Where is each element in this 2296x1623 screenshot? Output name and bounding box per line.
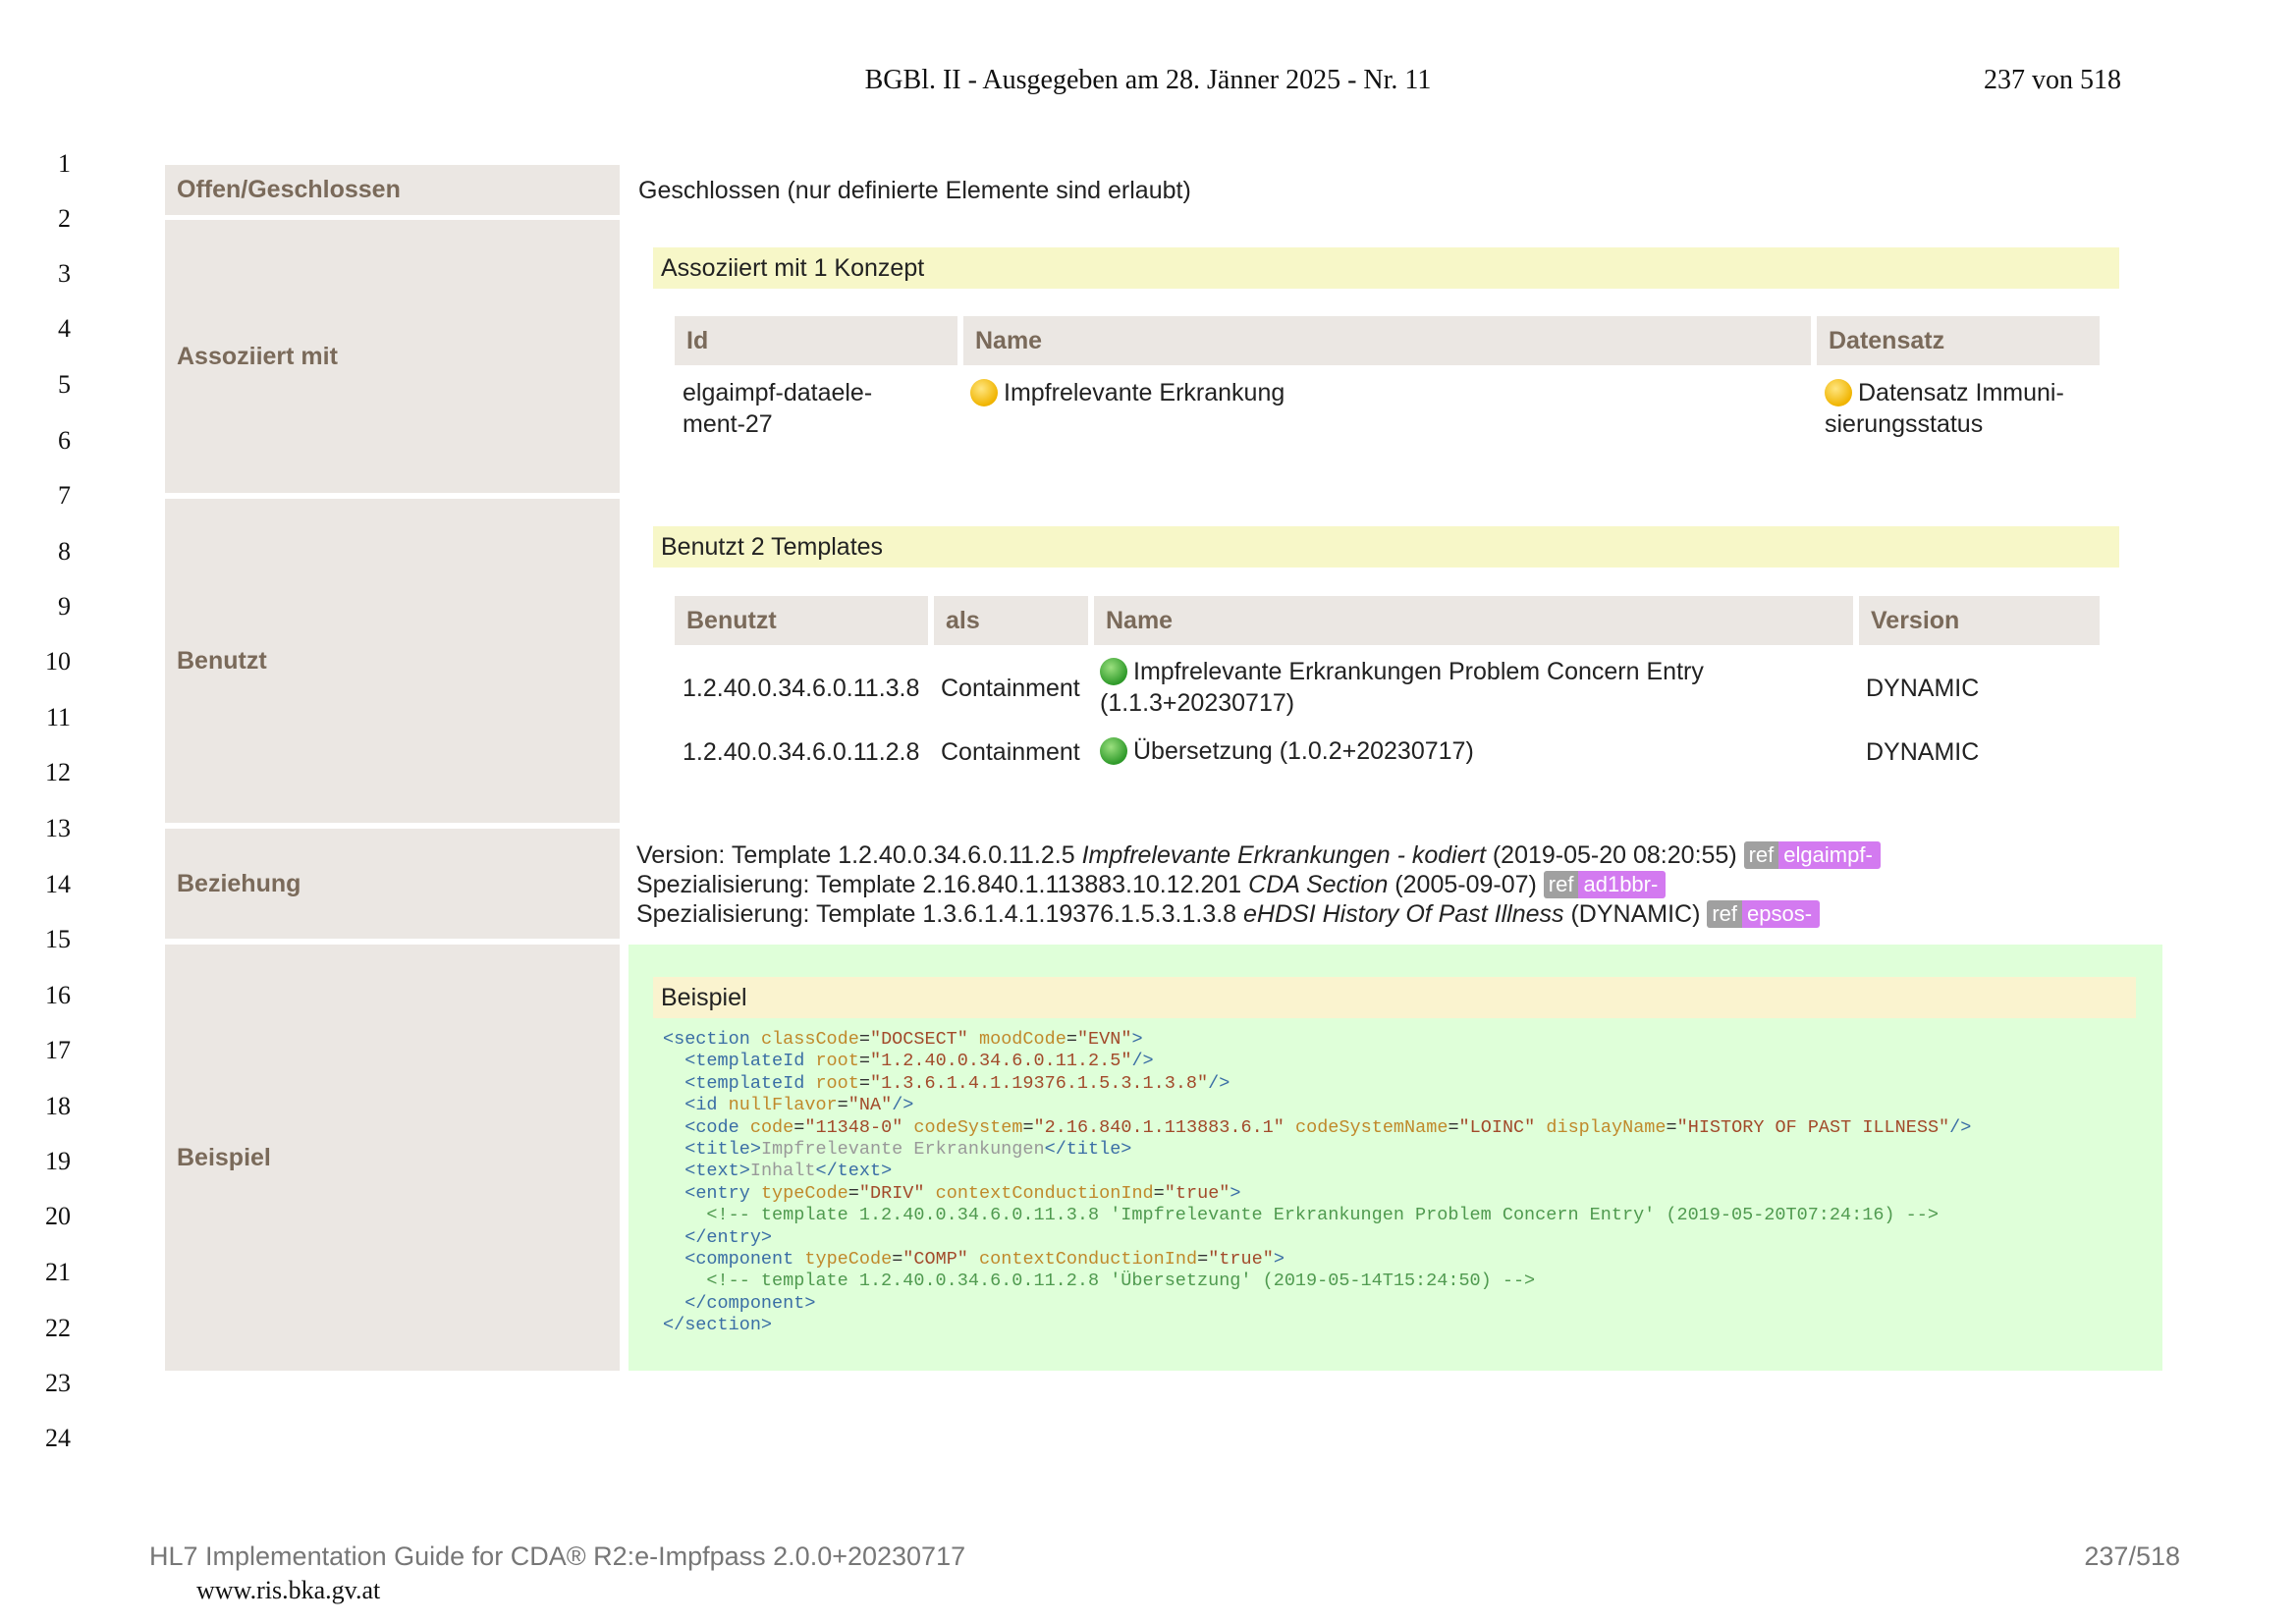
line-number: 14 [45, 870, 71, 898]
template-name[interactable]: Übersetzung (1.0.2+20230717) [1100, 735, 1474, 767]
line-number: 11 [45, 703, 71, 731]
beziehung-list: Version: Template 1.2.40.0.34.6.0.11.2.5… [636, 840, 1881, 929]
line-number: 20 [45, 1202, 71, 1230]
ref-link-badge[interactable]: ref elgaimpf- [1743, 841, 1881, 869]
line-number: 2 [58, 204, 71, 233]
green-status-icon [1100, 658, 1127, 685]
template-als: Containment [941, 738, 1080, 766]
datensatz-line1: Datensatz Immuni- [1858, 379, 2064, 406]
footer-guide-title: HL7 Implementation Guide for CDA® R2:e-I… [149, 1542, 966, 1571]
beziehung-template-name: eHDSI History Of Past Illness [1243, 900, 1564, 928]
line-number: 12 [45, 758, 71, 786]
beziehung-line: Spezialisierung: Template 2.16.840.1.113… [636, 870, 1881, 899]
line-number: 16 [45, 981, 71, 1009]
beziehung-text: Spezialisierung: Template 1.3.6.1.4.1.19… [636, 900, 1244, 928]
yellow-status-icon [1825, 379, 1852, 406]
line-number: 7 [58, 481, 71, 510]
label-beispiel: Beispiel [165, 945, 620, 1371]
line-number: 9 [58, 592, 71, 621]
benutzt-header-bar: Benutzt 2 Templates [653, 526, 2119, 568]
concept-id: elgaimpf-dataele- ment-27 [683, 377, 872, 440]
line-number: 21 [45, 1258, 71, 1286]
ref-link-badge[interactable]: ref epsos- [1707, 900, 1821, 928]
concept-id-line1: elgaimpf-dataele- [683, 379, 873, 406]
line-number: 13 [45, 814, 71, 842]
label-benutzt: Benutzt [165, 499, 620, 823]
line-number: 23 [45, 1369, 71, 1397]
xml-code-block: <section classCode="DOCSECT" moodCode="E… [663, 1029, 1972, 1336]
ref-target: ad1bbr- [1578, 871, 1667, 898]
beziehung-template-name: Impfrelevante Erkrankungen - kodiert [1081, 841, 1486, 869]
template-version: DYNAMIC [1866, 675, 1980, 702]
green-status-icon [1100, 737, 1127, 765]
label-beziehung: Beziehung [165, 829, 620, 939]
line-number: 8 [58, 537, 71, 566]
label-offen-geschlossen: Offen/Geschlossen [165, 165, 620, 215]
col-header-als: als [934, 596, 1088, 645]
col-header-id: Id [675, 316, 957, 365]
line-number: 18 [45, 1092, 71, 1120]
line-number: 3 [58, 259, 71, 288]
col-header-benutzt: Benutzt [675, 596, 928, 645]
assoziiert-header-bar: Assoziiert mit 1 Konzept [653, 247, 2119, 289]
ref-label: ref [1543, 871, 1579, 898]
ref-label: ref [1743, 841, 1779, 869]
line-number: 1 [58, 149, 71, 178]
ref-target: elgaimpf- [1778, 841, 1881, 869]
page-header-page-number: 237 von 518 [1984, 65, 2121, 95]
template-id: 1.2.40.0.34.6.0.11.2.8 [683, 738, 920, 766]
line-number: 15 [45, 925, 71, 953]
page-header-title: BGBl. II - Ausgegeben am 28. Jänner 2025… [864, 65, 1432, 95]
line-number: 22 [45, 1314, 71, 1342]
concept-name[interactable]: Impfrelevante Erkrankung [970, 377, 1285, 408]
ref-link-badge[interactable]: ref ad1bbr- [1543, 871, 1667, 898]
yellow-status-icon [970, 379, 998, 406]
beziehung-line: Spezialisierung: Template 1.3.6.1.4.1.19… [636, 899, 1881, 929]
footer-page-number: 237/518 [2084, 1542, 2180, 1571]
template-als: Containment [941, 675, 1080, 702]
beziehung-date: (2019‑05‑20 08:20:55) [1485, 841, 1737, 869]
template-name-line1: Impfrelevante Erkrankungen Problem Conce… [1133, 658, 1704, 685]
ref-target: epsos- [1742, 900, 1821, 928]
col-header-datensatz: Datensatz [1817, 316, 2100, 365]
line-number: 6 [58, 426, 71, 455]
beziehung-text: Version: Template 1.2.40.0.34.6.0.11.2.5 [636, 841, 1082, 869]
beziehung-text: Spezialisierung: Template 2.16.840.1.113… [636, 871, 1249, 898]
template-name-line1: Übersetzung (1.0.2+20230717) [1133, 737, 1474, 765]
beziehung-template-name: CDA Section [1248, 871, 1389, 898]
beziehung-date: (DYNAMIC) [1563, 900, 1701, 928]
value-offen-geschlossen: Geschlossen (nur definierte Elemente sin… [638, 177, 1191, 204]
datensatz-line2: sierungsstatus [1825, 410, 1984, 438]
example-header-bar: Beispiel [653, 977, 2136, 1018]
col-header-version: Version [1859, 596, 2100, 645]
footer-url-link[interactable]: www.ris.bka.gv.at [196, 1576, 380, 1605]
label-assoziiert-mit: Assoziiert mit [165, 220, 620, 493]
template-name[interactable]: Impfrelevante Erkrankungen Problem Conce… [1100, 656, 1704, 719]
line-number: 4 [58, 314, 71, 343]
line-number: 24 [45, 1424, 71, 1452]
line-number: 5 [58, 370, 71, 399]
col-header-template-name: Name [1094, 596, 1853, 645]
ref-label: ref [1707, 900, 1743, 928]
concept-name-text: Impfrelevante Erkrankung [1004, 379, 1285, 406]
concept-id-line2: ment-27 [683, 410, 773, 438]
template-version: DYNAMIC [1866, 738, 1980, 766]
line-number: 19 [45, 1147, 71, 1175]
beziehung-date: (2005‑09‑07) [1388, 871, 1537, 898]
concept-datensatz[interactable]: Datensatz Immuni- sierungsstatus [1825, 377, 2064, 440]
line-number: 17 [45, 1036, 71, 1064]
col-header-name: Name [963, 316, 1811, 365]
template-name-line2: (1.1.3+20230717) [1100, 689, 1295, 717]
beziehung-line: Version: Template 1.2.40.0.34.6.0.11.2.5… [636, 840, 1881, 870]
template-id: 1.2.40.0.34.6.0.11.3.8 [683, 675, 920, 702]
line-number: 10 [45, 647, 71, 676]
